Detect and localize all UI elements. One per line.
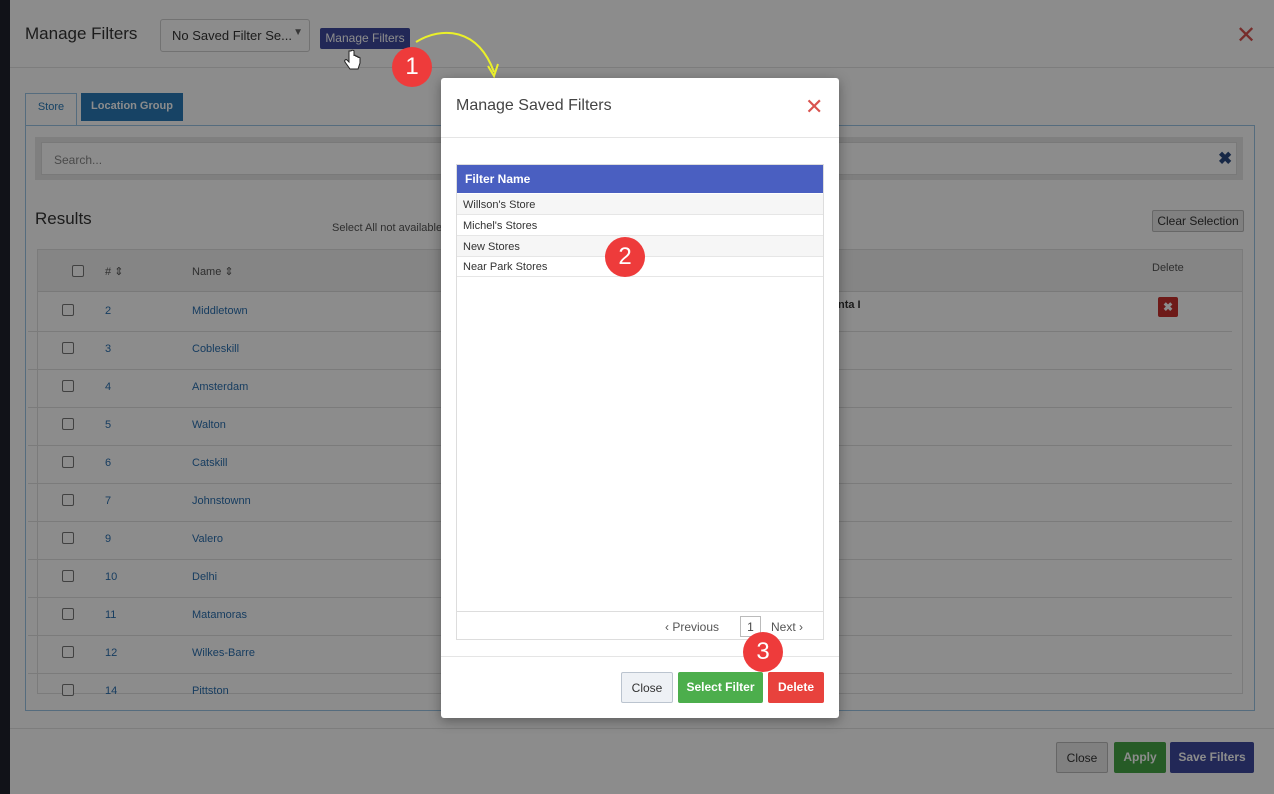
filter-name-header: Filter Name <box>457 165 823 193</box>
dialog-close-button[interactable]: Close <box>621 672 673 703</box>
chevron-right-icon: › <box>799 620 804 634</box>
step-marker-3: 3 <box>743 632 783 672</box>
list-item[interactable]: Michel's Stores <box>457 215 823 236</box>
chevron-left-icon: ‹ <box>665 620 669 634</box>
manage-saved-filters-dialog: Manage Saved Filters ✕ Filter Name Wills… <box>441 78 839 718</box>
dialog-header-divider <box>441 137 839 138</box>
pager-next-label: Next <box>771 620 796 634</box>
pager-previous[interactable]: ‹ Previous <box>665 620 719 634</box>
delete-filter-button[interactable]: Delete <box>768 672 824 703</box>
hand-cursor-icon <box>344 49 361 70</box>
list-item[interactable]: Willson's Store <box>457 194 823 215</box>
dialog-title: Manage Saved Filters <box>456 97 612 114</box>
step-marker-2: 2 <box>605 237 645 277</box>
step-marker-1: 1 <box>392 47 432 87</box>
pager-next[interactable]: Next › <box>771 620 803 634</box>
pager-divider <box>457 611 823 612</box>
close-icon[interactable]: ✕ <box>805 96 823 118</box>
select-filter-button[interactable]: Select Filter <box>678 672 763 703</box>
pager-previous-label: Previous <box>672 620 720 634</box>
